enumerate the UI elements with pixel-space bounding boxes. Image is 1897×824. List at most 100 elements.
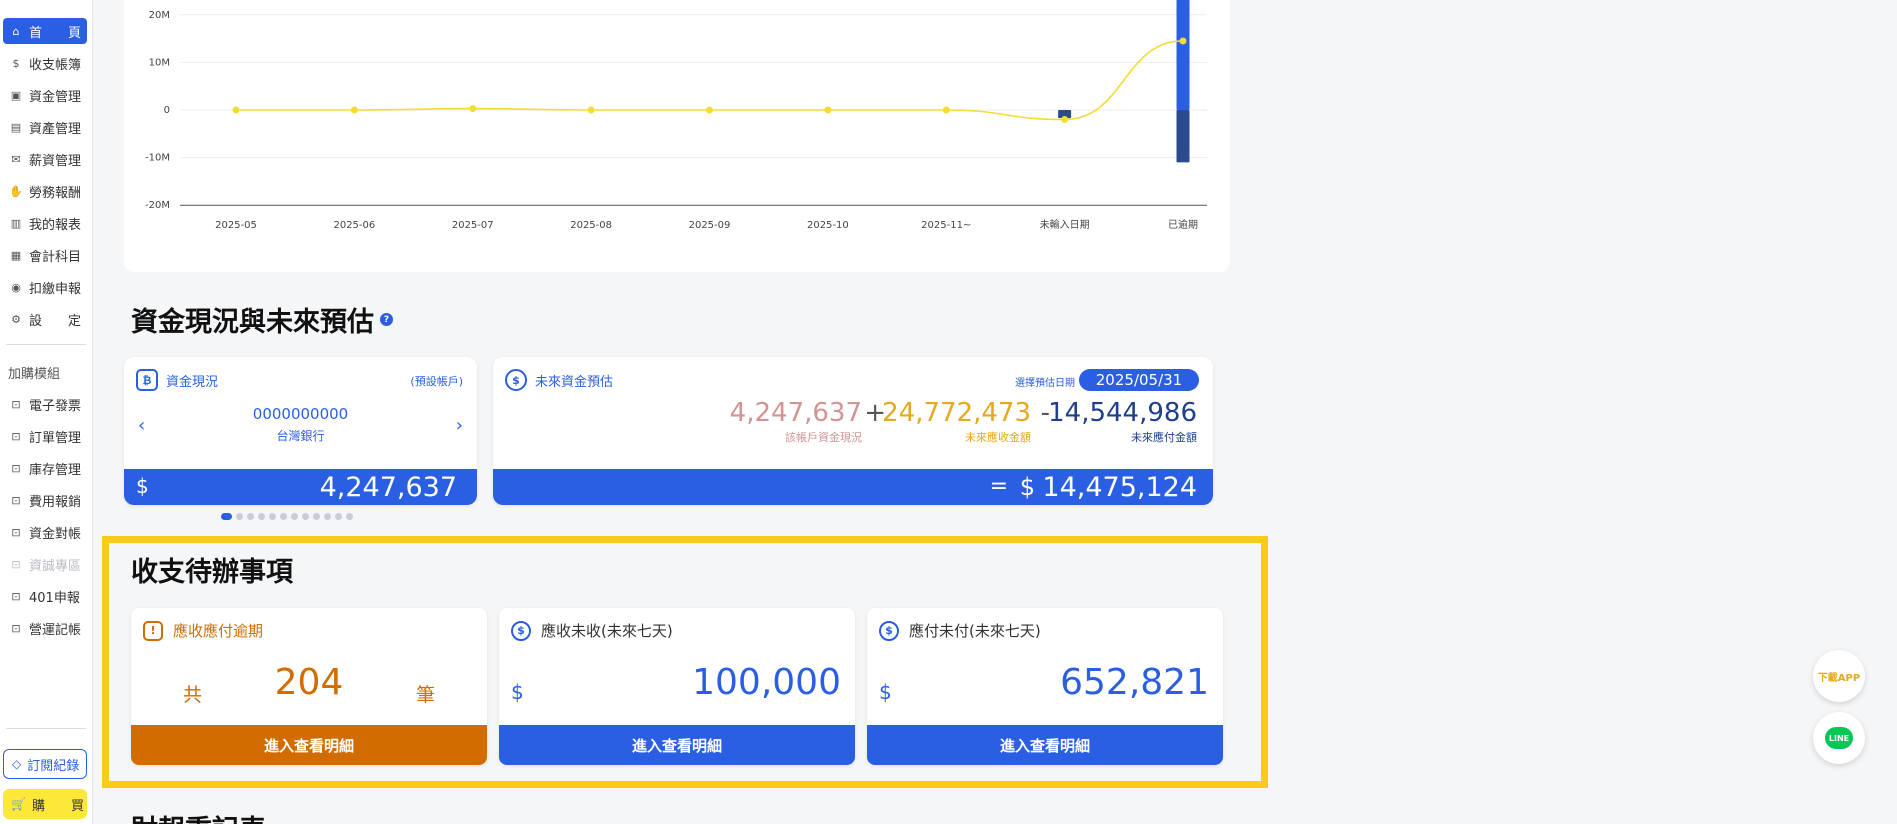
withholding-icon: ◉ xyxy=(11,280,21,294)
payable-money-icon: $ xyxy=(879,620,899,641)
x-tick-label: 2025-08 xyxy=(570,220,612,231)
overdue-card: ! 應收應付逾期 共 204 筆 進入查看明細 xyxy=(131,608,487,765)
sidebar-item-settings[interactable]: ⚙ 設 定 xyxy=(3,306,87,332)
sidebar-item-inventory[interactable]: ⊡ 庫存管理 xyxy=(3,455,87,481)
sidebar-item-expenses[interactable]: ⊡ 費用報銷 xyxy=(3,487,87,513)
sidebar-item-salary[interactable]: ✉ 薪資管理 xyxy=(3,146,87,172)
chart-point xyxy=(587,106,595,114)
addon-section-title: 加購模組 xyxy=(8,367,61,382)
x-tick-label: 2025-06 xyxy=(333,220,375,231)
x-tick-label: 未輸入日期 xyxy=(1040,218,1090,231)
sidebar-item-funds[interactable]: ▣ 資金管理 xyxy=(3,82,87,108)
current-funds-amount-bar: $ 4,247,637 xyxy=(124,469,477,505)
forecast-current-value: 4,247,637 xyxy=(729,398,862,428)
sidebar-item-label: 我的報表 xyxy=(29,217,82,233)
module-icon: ⊡ xyxy=(11,397,21,411)
chart-point xyxy=(706,106,713,114)
sidebar-item-label: 扣繳申報 xyxy=(29,281,82,297)
home-icon: ⌂ xyxy=(12,24,20,38)
forecast-result-amount: 14,475,124 xyxy=(1042,472,1197,503)
module-icon: ⊡ xyxy=(11,589,21,603)
currency-symbol: $ xyxy=(136,474,149,498)
overdue-suffix: 筆 xyxy=(415,684,435,706)
sidebar-item-label: 收支帳簿 xyxy=(29,57,82,73)
account-carousel-dots[interactable] xyxy=(221,513,353,520)
alert-icon: ! xyxy=(143,620,163,641)
settings-icon: ⚙ xyxy=(11,312,21,326)
overdue-detail-button[interactable]: 進入查看明細 xyxy=(131,725,487,765)
line-button[interactable]: LINE xyxy=(1813,712,1865,764)
subscription-button[interactable]: ◇ 訂閱紀錄 xyxy=(3,749,87,779)
sidebar-item-operations[interactable]: ⊡ 營運記帳 xyxy=(3,615,87,641)
sidebar-divider xyxy=(6,728,86,729)
sidebar: ⌂ 首 頁 $ 收支帳簿 ▣ 資金管理 ▤ 資產管理 ✉ 薪資管理 ✋ 勞務報酬 ▥ 我的報表… xyxy=(0,0,93,824)
sidebar-item-home[interactable]: ⌂ 首 頁 xyxy=(3,18,87,44)
receivable-header: $ 應收未收(未來七天) xyxy=(511,620,673,641)
chart-bar xyxy=(1176,0,1190,110)
subscription-label: 訂閱紀錄 xyxy=(27,758,80,774)
y-tick-label: 0 xyxy=(164,105,170,116)
forecast-result-bar: = $ 14,475,124 xyxy=(493,469,1213,505)
cashflow-chart-card: 20M 10M 0 -10M -20M 2025-05 2025-06 2025-07 2025… xyxy=(124,0,1230,272)
buy-label: 購 買 xyxy=(31,798,84,814)
payable-detail-button[interactable]: 進入查看明細 xyxy=(867,725,1223,765)
payable-card: $ 應付未付(未來七天) $ 652,821 進入查看明細 xyxy=(867,608,1223,765)
module-icon: ⊡ xyxy=(11,461,21,475)
forecast-payable-label: 未來應付金額 xyxy=(1131,431,1197,444)
forecast-title: 未來資金預估 xyxy=(535,374,614,390)
receivable-detail-button[interactable]: 進入查看明細 xyxy=(499,725,855,765)
download-app-button[interactable]: 下載APP xyxy=(1813,650,1865,702)
equals-sign: = xyxy=(989,474,1008,499)
sidebar-item-withholding[interactable]: ◉ 扣繳申報 xyxy=(3,274,87,300)
x-tick-label: 2025-10 xyxy=(807,220,849,231)
todo-section-title: 收支待辦事項 xyxy=(131,557,293,588)
sidebar-item-401[interactable]: ⊡ 401申報 xyxy=(3,583,87,609)
sidebar-item-label: 首 頁 xyxy=(29,25,82,41)
y-tick-label: -20M xyxy=(145,200,170,211)
current-funds-header: ₿ 資金現況 xyxy=(136,369,218,391)
x-tick-label: 2025-09 xyxy=(689,220,731,231)
x-tick-label: 已逾期 xyxy=(1168,218,1198,231)
sidebar-item-labor[interactable]: ✋ 勞務報酬 xyxy=(3,178,87,204)
current-funds-title: 資金現況 xyxy=(166,374,219,390)
sidebar-item-label: 資誠專區 xyxy=(29,558,82,574)
sidebar-item-assets[interactable]: ▤ 資產管理 xyxy=(3,114,87,140)
overdue-title: 應收應付逾期 xyxy=(173,622,264,640)
account-number: 0000000000 xyxy=(252,405,349,423)
overdue-header: ! 應收應付逾期 xyxy=(143,620,263,641)
buy-button[interactable]: 🛒 購 買 xyxy=(3,789,87,819)
sidebar-item-reconcile[interactable]: ⊡ 資金對帳 xyxy=(3,519,87,545)
report-icon: ▥ xyxy=(10,216,22,230)
x-tick-label: 2025-05 xyxy=(215,220,257,231)
cart-icon: 🛒 xyxy=(11,797,26,811)
forecast-money-icon: $ xyxy=(505,369,527,391)
forecast-payable-value: 14,544,986 xyxy=(1048,398,1197,428)
module-icon: ⊡ xyxy=(11,557,21,571)
funds-section-title: 資金現況與未來預估? xyxy=(131,300,393,339)
sidebar-item-ledger[interactable]: $ 收支帳簿 xyxy=(3,50,87,76)
forecast-receivable-label: 未來應收金額 xyxy=(965,431,1031,444)
forecast-date-picker[interactable]: 2025/05/31 xyxy=(1079,369,1199,391)
currency-symbol: $ xyxy=(879,680,892,704)
chart-point xyxy=(942,106,950,114)
chart-point xyxy=(469,105,477,113)
help-icon[interactable]: ? xyxy=(380,313,393,326)
receivable-card: $ 應收未收(未來七天) $ 100,000 進入查看明細 xyxy=(499,608,855,765)
sidebar-item-reports[interactable]: ▥ 我的報表 xyxy=(3,210,87,236)
currency-symbol: $ xyxy=(511,680,524,704)
money-icon: ▣ xyxy=(10,88,22,102)
diamond-icon: ◇ xyxy=(12,757,22,771)
payable-amount: 652,821 xyxy=(1060,662,1209,703)
forecast-receivable-value: 24,772,473 xyxy=(882,398,1031,428)
wallet-icon: ₿ xyxy=(136,369,158,391)
sidebar-item-label: 設 定 xyxy=(29,313,82,329)
module-icon: ⊡ xyxy=(11,525,21,539)
funds-title-text: 資金現況與未來預估 xyxy=(131,307,374,338)
sidebar-item-orders[interactable]: ⊡ 訂單管理 xyxy=(3,423,87,449)
chart-point xyxy=(824,106,832,114)
bank-name: 台灣銀行 xyxy=(276,429,325,443)
chart-point xyxy=(350,106,358,114)
sidebar-item-accounts[interactable]: ▦ 會計科目 xyxy=(3,242,87,268)
receivable-amount: 100,000 xyxy=(692,662,841,703)
sidebar-item-einvoice[interactable]: ⊡ 電子發票 xyxy=(3,391,87,417)
